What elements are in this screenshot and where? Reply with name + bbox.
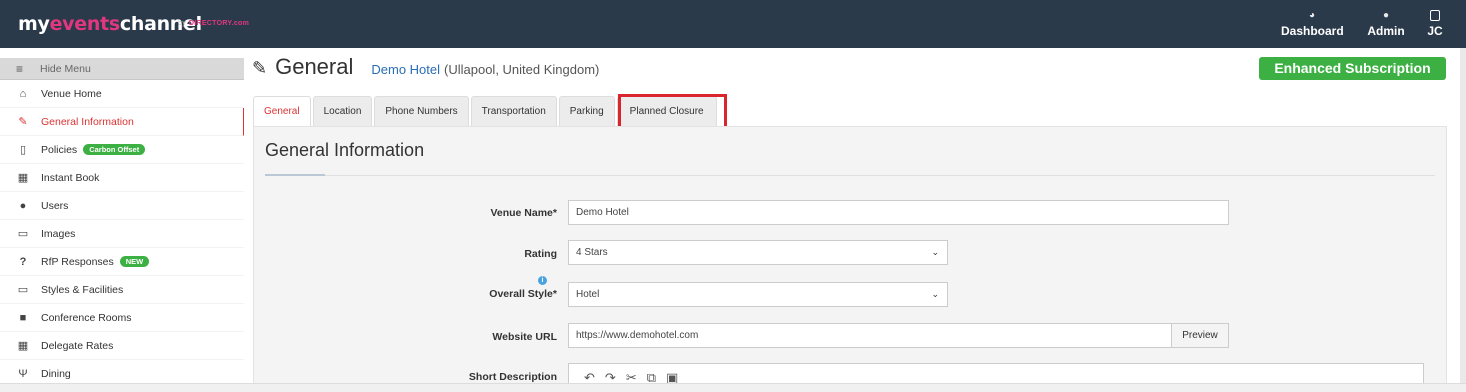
tab-transportation[interactable]: Transportation	[470, 96, 557, 126]
question-icon: ?	[19, 255, 27, 268]
new-badge: NEW	[119, 256, 150, 267]
sidebar-item-venue-home[interactable]: ⌂ Venue Home	[0, 80, 244, 108]
nav-admin[interactable]: ● Admin	[1366, 10, 1406, 38]
edit-icon: ✎	[252, 58, 268, 78]
venue-location: (Ullapool, United Kingdom)	[444, 62, 600, 77]
chevron-down-icon: ⌄	[931, 247, 939, 257]
hide-menu-toggle[interactable]: ≡ Hide Menu	[0, 58, 244, 80]
page-title: ✎ General Demo Hotel (Ullapool, United K…	[252, 54, 600, 79]
overall-style-label: Overall Style*	[489, 288, 557, 300]
monitor-icon: ▭	[17, 284, 29, 296]
sidebar-item-delegate-rates[interactable]: ▦ Delegate Rates	[0, 332, 244, 360]
user-icon: ●	[19, 199, 27, 212]
overall-style-select[interactable]: Hotel ⌄	[568, 282, 948, 307]
document-icon: ▯	[19, 144, 27, 156]
tab-general[interactable]: General	[253, 96, 311, 126]
image-icon: ▭	[17, 228, 29, 240]
dining-icon: Ψ	[18, 367, 28, 380]
calculator-icon: ▦	[17, 340, 29, 352]
sidebar-item-users[interactable]: ● Users	[0, 192, 244, 220]
venue-name-link[interactable]: Demo Hotel	[371, 62, 440, 77]
bottom-edge	[0, 383, 1466, 392]
chevron-down-icon: ⌄	[931, 289, 939, 299]
website-url-label: Website URL	[492, 331, 557, 343]
content-panel: General Information Venue Name* Demo Hot…	[253, 126, 1447, 392]
tab-parking[interactable]: Parking	[558, 96, 615, 126]
briefcase-icon: ■	[19, 311, 27, 324]
preview-button[interactable]: Preview	[1171, 323, 1229, 348]
top-navbar: myeventschannel by DIRECTORY.com ◕ Dashb…	[0, 0, 1466, 48]
venue-name-label: Venue Name*	[490, 207, 557, 219]
hamburger-icon: ≡	[16, 61, 24, 76]
user-icon: ●	[1382, 10, 1390, 21]
short-description-label: Short Description	[468, 371, 557, 383]
rating-select[interactable]: 4 Stars ⌄	[568, 240, 948, 265]
sidebar: ≡ Hide Menu ⌂ Venue Home ✎ General Infor…	[0, 58, 244, 392]
website-url-input[interactable]: https://www.demohotel.com	[568, 323, 1172, 348]
logo-byline: by DIRECTORY.com	[178, 20, 250, 27]
sidebar-item-rfp-responses[interactable]: ? RfP Responses NEW	[0, 248, 244, 276]
venue-name-input[interactable]: Demo Hotel	[568, 200, 1229, 225]
app-logo[interactable]: myeventschannel	[18, 13, 202, 35]
nav-dashboard[interactable]: ◕ Dashboard	[1281, 10, 1344, 38]
home-icon: ⌂	[19, 87, 27, 100]
section-title: General Information	[265, 140, 425, 160]
sidebar-item-styles-facilities[interactable]: ▭ Styles & Facilities	[0, 276, 244, 304]
profile-icon	[1424, 10, 1446, 24]
dashboard-icon: ◕	[1308, 10, 1316, 21]
sidebar-item-general-information[interactable]: ✎ General Information	[0, 108, 244, 136]
carbon-offset-badge: Carbon Offset	[83, 144, 146, 155]
tab-location[interactable]: Location	[312, 96, 373, 126]
scrollbar-track[interactable]	[1460, 48, 1466, 392]
nav-profile[interactable]: JC	[1424, 10, 1446, 38]
calendar-icon: ▦	[17, 172, 29, 184]
sidebar-item-images[interactable]: ▭ Images	[0, 220, 244, 248]
sidebar-item-conference-rooms[interactable]: ■ Conference Rooms	[0, 304, 244, 332]
sidebar-item-policies[interactable]: ▯ Policies Carbon Offset	[0, 136, 244, 164]
tab-phone-numbers[interactable]: Phone Numbers	[374, 96, 469, 126]
sidebar-item-instant-book[interactable]: ▦ Instant Book	[0, 164, 244, 192]
edit-icon: ✎	[18, 116, 28, 128]
rating-label: Rating	[524, 248, 557, 260]
section-divider	[265, 175, 1435, 176]
subscription-badge[interactable]: Enhanced Subscription	[1259, 57, 1446, 80]
section-divider-accent	[265, 174, 325, 176]
info-icon[interactable]: i	[538, 276, 547, 285]
